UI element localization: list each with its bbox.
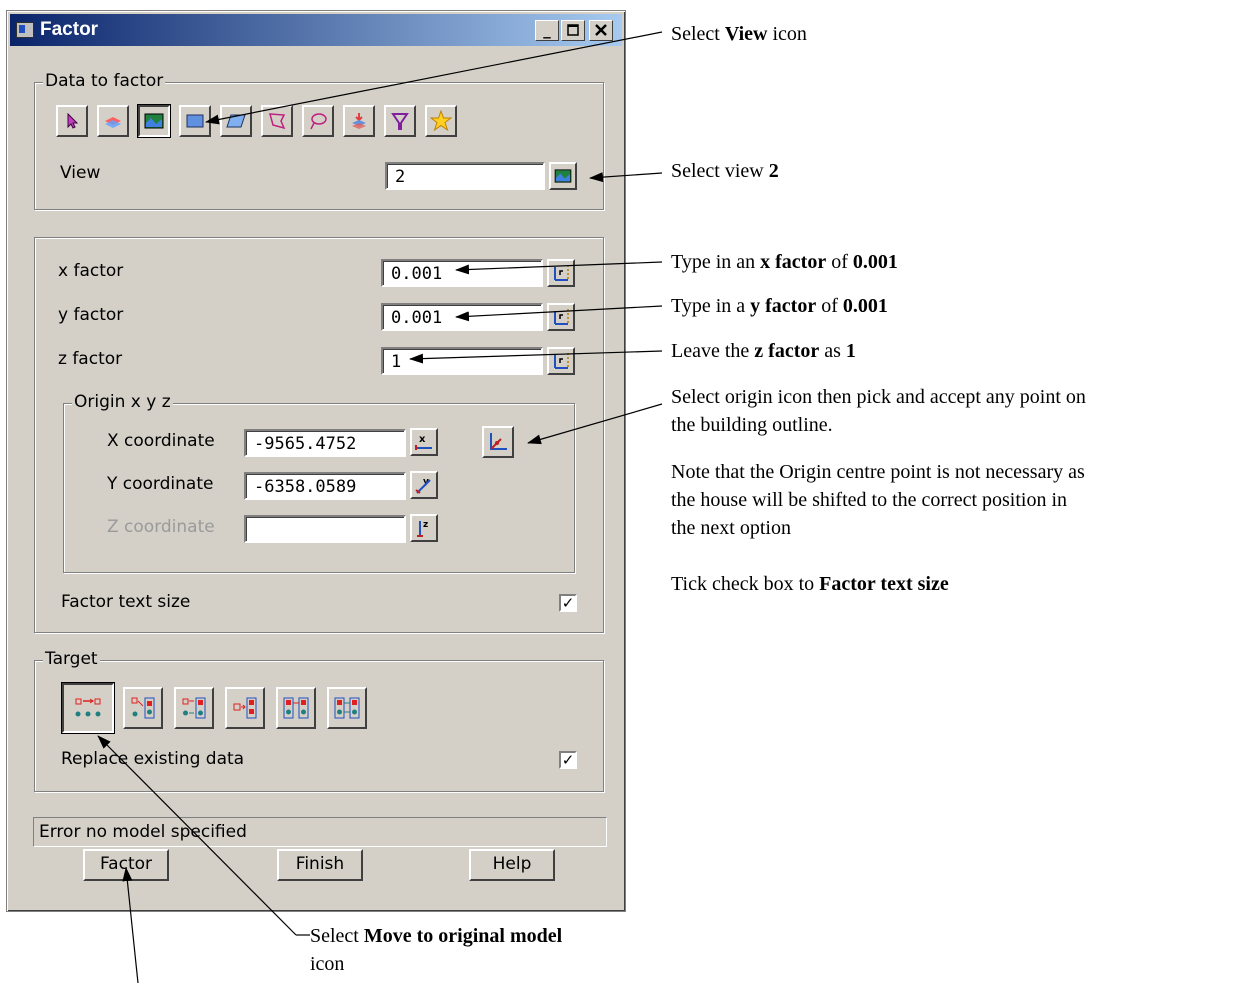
annotation-origin: Select origin icon then pick and accept … — [671, 386, 1086, 436]
annotation-move-original: Select Move to original model icon — [310, 925, 563, 975]
annotation-select-view-icon: Select View icon — [671, 23, 807, 45]
annotation-tick: Tick check box to Factor text size — [671, 573, 949, 595]
annotation-note: Note that the Origin centre point is not… — [671, 461, 1085, 539]
annotation-select-view-2: Select view 2 — [671, 160, 779, 182]
annotation-y-factor: Type in a y factor of 0.001 — [671, 295, 888, 317]
annotation-x-factor: Type in an x factor of 0.001 — [671, 251, 898, 273]
annotation-z-factor: Leave the z factor as 1 — [671, 340, 856, 362]
